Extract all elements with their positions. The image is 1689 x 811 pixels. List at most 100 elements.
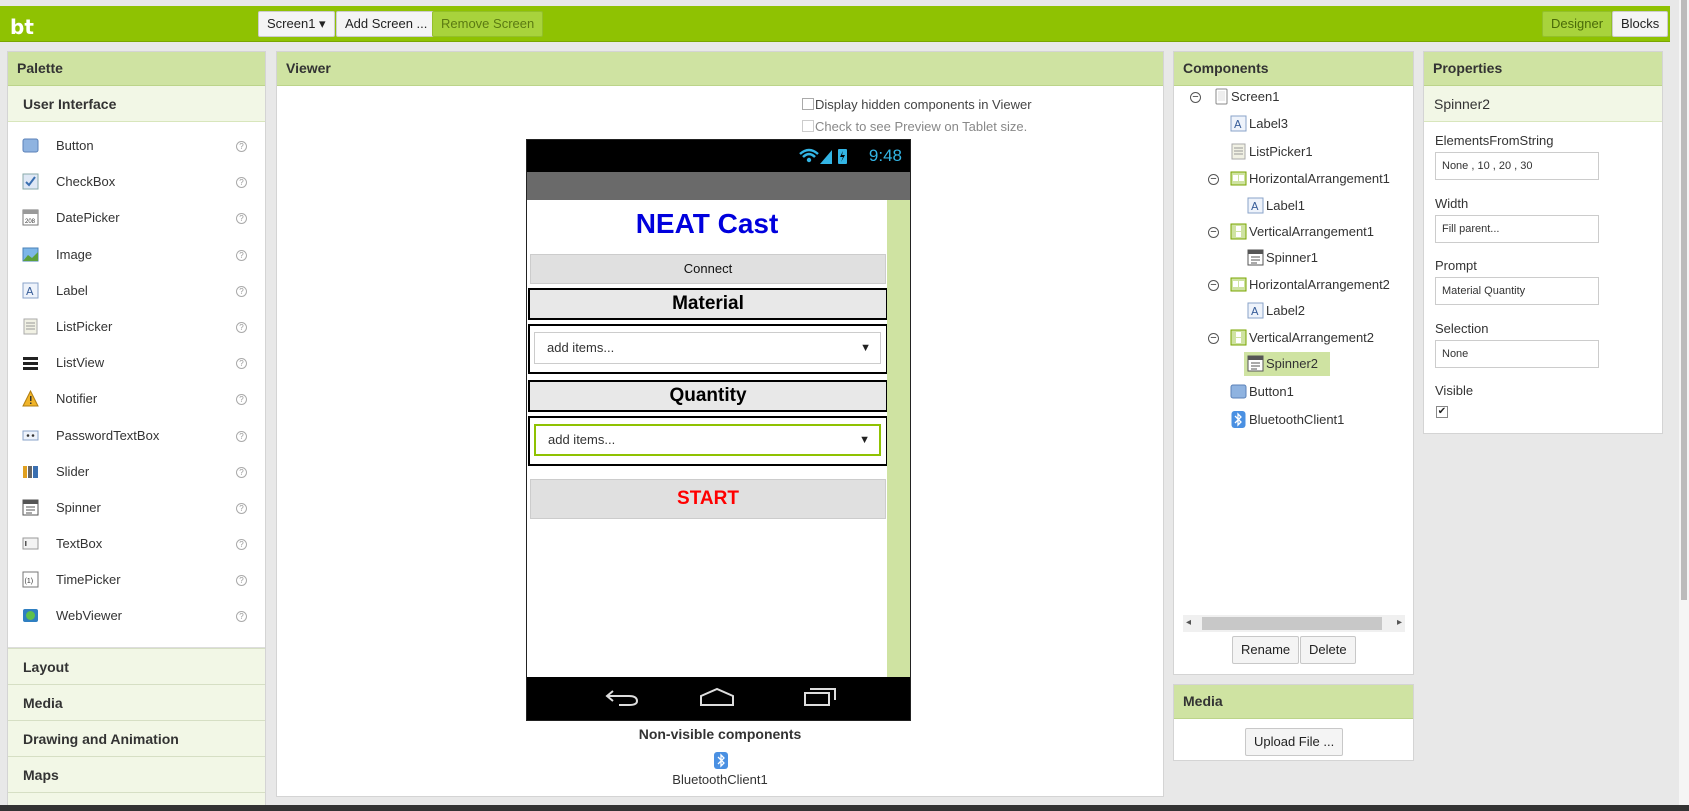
palette-item-textbox[interactable]: TextBox? bbox=[8, 526, 265, 562]
collapse-toggle-icon[interactable]: − bbox=[1208, 333, 1219, 344]
elements-from-string-input[interactable]: None , 10 , 20 , 30 bbox=[1435, 152, 1599, 180]
component-horizontalarrangement1[interactable]: HorizontalArrangement1 bbox=[1227, 167, 1413, 191]
help-icon[interactable]: ? bbox=[236, 249, 247, 261]
spinner1[interactable]: add items... ▼ bbox=[534, 332, 881, 364]
scroll-right-icon[interactable]: ▸ bbox=[1397, 617, 1402, 628]
help-icon[interactable]: ? bbox=[236, 358, 247, 370]
palette-item-checkbox[interactable]: CheckBox? bbox=[8, 164, 265, 200]
palette-category-layout[interactable]: Layout bbox=[8, 648, 265, 684]
label-icon: A bbox=[1247, 197, 1264, 214]
palette-item-datepicker[interactable]: 208 DatePicker? bbox=[8, 200, 265, 236]
collapse-toggle-icon[interactable]: − bbox=[1208, 280, 1219, 291]
svg-text:208: 208 bbox=[25, 219, 36, 225]
palette-item-spinner[interactable]: Spinner? bbox=[8, 490, 265, 526]
help-icon[interactable]: ? bbox=[236, 575, 247, 587]
component-label: BluetoothClient1 bbox=[1249, 412, 1345, 427]
tablet-preview-checkbox[interactable] bbox=[802, 120, 814, 132]
palette-item-label: WebViewer bbox=[56, 608, 122, 624]
palette-item-timepicker[interactable]: (1) TimePicker? bbox=[8, 562, 265, 598]
recent-apps-icon bbox=[803, 687, 837, 710]
vertical-arrangement-icon bbox=[1230, 329, 1247, 346]
component-verticalarrangement2[interactable]: VerticalArrangement2 bbox=[1227, 326, 1399, 350]
selection-input[interactable]: None bbox=[1435, 340, 1599, 368]
component-screen1[interactable]: Screen1 bbox=[1210, 85, 1287, 109]
help-icon[interactable]: ? bbox=[236, 285, 247, 297]
help-icon[interactable]: ? bbox=[236, 611, 247, 623]
palette-category-media[interactable]: Media bbox=[8, 684, 265, 720]
spinner2[interactable]: add items... ▼ bbox=[534, 424, 881, 456]
tablet-preview-checkbox-row[interactable]: Check to see Preview on Tablet size. bbox=[802, 119, 1027, 134]
page-scrollbar-thumb[interactable] bbox=[1681, 0, 1687, 600]
component-verticalarrangement1[interactable]: VerticalArrangement1 bbox=[1227, 220, 1399, 244]
help-icon[interactable]: ? bbox=[236, 321, 247, 333]
width-input[interactable]: Fill parent... bbox=[1435, 215, 1599, 243]
component-horizontalarrangement2[interactable]: HorizontalArrangement2 bbox=[1227, 273, 1413, 297]
palette-item-webviewer[interactable]: WebViewer? bbox=[8, 598, 265, 634]
help-icon[interactable]: ? bbox=[236, 177, 247, 189]
help-icon[interactable]: ? bbox=[236, 430, 247, 442]
component-spinner2[interactable]: Spinner2 bbox=[1244, 352, 1330, 376]
delete-button[interactable]: Delete bbox=[1300, 636, 1356, 664]
material-label[interactable]: Material bbox=[528, 288, 888, 320]
label3-heading[interactable]: NEAT Cast bbox=[527, 208, 887, 240]
palette-item-label[interactable]: A Label? bbox=[8, 273, 265, 309]
component-button1[interactable]: Button1 bbox=[1227, 380, 1305, 404]
help-icon[interactable]: ? bbox=[236, 466, 247, 478]
component-listpicker1[interactable]: ListPicker1 bbox=[1227, 140, 1334, 164]
svg-text:A: A bbox=[1251, 200, 1259, 213]
blocks-button[interactable]: Blocks bbox=[1612, 11, 1669, 37]
palette-item-label: CheckBox bbox=[56, 174, 116, 190]
component-label3[interactable]: A Label3 bbox=[1227, 112, 1298, 136]
components-horizontal-scrollbar[interactable]: ◂ ▸ bbox=[1183, 615, 1405, 632]
component-spinner1[interactable]: Spinner1 bbox=[1244, 246, 1330, 270]
collapse-toggle-icon[interactable]: − bbox=[1208, 227, 1219, 238]
selection-label: Selection bbox=[1435, 321, 1489, 336]
nonvisible-components-title: Non-visible components bbox=[638, 726, 802, 742]
connect-listpicker[interactable]: Connect bbox=[530, 254, 886, 284]
help-icon[interactable]: ? bbox=[236, 213, 247, 225]
palette-category-maps[interactable]: Maps bbox=[8, 756, 265, 792]
quantity-label[interactable]: Quantity bbox=[528, 380, 888, 412]
palette-item-listview[interactable]: ListView? bbox=[8, 345, 265, 381]
help-icon[interactable]: ? bbox=[236, 502, 247, 514]
component-bluetoothclient1[interactable]: BluetoothClient1 bbox=[1227, 408, 1370, 432]
display-hidden-checkbox-row[interactable]: Display hidden components in Viewer bbox=[802, 97, 1032, 112]
display-hidden-checkbox[interactable] bbox=[802, 98, 814, 110]
listpicker-icon bbox=[22, 318, 39, 335]
scroll-left-icon[interactable]: ◂ bbox=[1186, 617, 1191, 628]
component-label1[interactable]: A Label1 bbox=[1244, 194, 1315, 218]
palette-category-user-interface[interactable]: User Interface bbox=[8, 86, 265, 122]
add-screen-button[interactable]: Add Screen ... bbox=[336, 11, 437, 37]
collapse-toggle-icon[interactable]: − bbox=[1190, 92, 1201, 103]
palette-category-drawing-and-animation[interactable]: Drawing and Animation bbox=[8, 720, 265, 756]
collapse-toggle-icon[interactable]: − bbox=[1208, 174, 1219, 185]
palette-item-listpicker[interactable]: ListPicker? bbox=[8, 309, 265, 345]
scrollbar-thumb[interactable] bbox=[1202, 617, 1382, 630]
palette-header: Palette bbox=[8, 52, 265, 86]
nonvisible-bluetoothclient1[interactable]: BluetoothClient1 bbox=[277, 772, 1163, 787]
palette-item-passwordtextbox[interactable]: PasswordTextBox? bbox=[8, 418, 265, 454]
help-icon[interactable]: ? bbox=[236, 394, 247, 406]
palette-item-image[interactable]: Image? bbox=[8, 237, 265, 273]
screen-dropdown[interactable]: Screen1 ▾ bbox=[258, 11, 335, 37]
status-time: 9:48 bbox=[868, 146, 902, 165]
remove-screen-button[interactable]: Remove Screen bbox=[432, 11, 544, 37]
vertical-arrangement-1[interactable]: add items... ▼ bbox=[528, 324, 888, 374]
component-label2[interactable]: A Label2 bbox=[1244, 299, 1315, 323]
palette-item-slider[interactable]: Slider? bbox=[8, 454, 265, 490]
help-icon[interactable]: ? bbox=[236, 141, 247, 152]
page-scrollbar[interactable] bbox=[1679, 0, 1689, 811]
palette-item-notifier[interactable]: Notifier? bbox=[8, 381, 265, 417]
component-label: HorizontalArrangement2 bbox=[1249, 277, 1390, 292]
upload-file-button[interactable]: Upload File ... bbox=[1245, 728, 1344, 756]
start-button[interactable]: START bbox=[530, 479, 886, 519]
bluetooth-icon[interactable] bbox=[714, 752, 728, 772]
help-icon[interactable]: ? bbox=[236, 539, 247, 551]
rename-button[interactable]: Rename bbox=[1232, 636, 1300, 664]
vertical-arrangement-2[interactable]: add items... ▼ bbox=[528, 416, 888, 466]
palette-item-label: Label bbox=[56, 282, 88, 298]
designer-button[interactable]: Designer bbox=[1542, 11, 1613, 37]
palette-item-button[interactable]: Button? bbox=[8, 128, 265, 164]
visible-checkbox[interactable]: ✔ bbox=[1436, 406, 1448, 418]
prompt-input[interactable]: Material Quantity bbox=[1435, 277, 1599, 305]
